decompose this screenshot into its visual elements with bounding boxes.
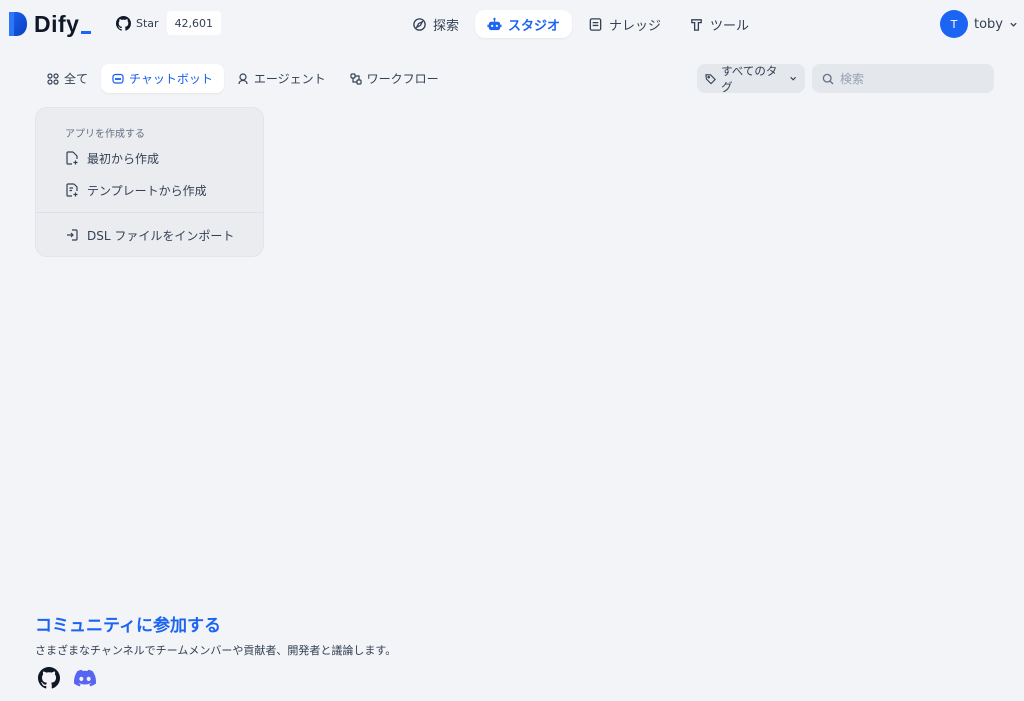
nav-knowledge-label: ナレッジ: [609, 18, 662, 34]
tag-filter-label: すべてのタグ: [721, 63, 778, 94]
grid-icon: [47, 72, 59, 85]
import-icon: [67, 229, 78, 241]
file-template-icon: [66, 183, 78, 197]
robot-icon: [487, 17, 502, 30]
tag-icon: [705, 73, 716, 84]
nav-explore[interactable]: 探索: [400, 10, 471, 38]
nav-explore-label: 探索: [433, 18, 460, 34]
discord-icon[interactable]: [74, 667, 96, 689]
nav-studio[interactable]: スタジオ: [475, 10, 573, 38]
file-plus-icon: [66, 151, 78, 165]
github-star-label: Star: [136, 16, 159, 30]
tab-all-label: 全て: [64, 72, 89, 86]
community-description: さまざまなチャンネルでチームメンバーや貢献者、開発者と議論します。: [35, 644, 397, 657]
tab-chatbot-label: チャットボット: [129, 72, 213, 86]
create-from-template-button[interactable]: テンプレートから作成: [65, 180, 207, 200]
chevron-down-icon: [1010, 22, 1017, 27]
create-app-card: アプリを作成する 最初から作成 テンプレートから作成 DSL ファイルをインポー…: [35, 107, 264, 257]
tab-workflow[interactable]: ワークフロー: [339, 64, 450, 93]
search-input[interactable]: [840, 71, 980, 86]
nav-tools[interactable]: ツール: [677, 10, 761, 38]
search-box: [812, 64, 994, 93]
tag-filter-select[interactable]: すべてのタグ: [697, 63, 805, 94]
chat-icon: [112, 73, 124, 84]
tab-workflow-label: ワークフロー: [366, 72, 439, 86]
agent-icon: [238, 72, 248, 84]
tab-all[interactable]: 全て: [36, 64, 99, 93]
create-blank-label: 最初から作成: [87, 151, 160, 166]
community-title: コミュニティに参加する: [35, 616, 221, 636]
book-icon: [589, 17, 602, 31]
app-type-tabs: 全て チャットボット エージェント ワークフロー: [36, 64, 450, 93]
dify-logo[interactable]: Dify: [8, 11, 92, 38]
create-from-template-label: テンプレートから作成: [87, 183, 207, 198]
tab-chatbot[interactable]: チャットボット: [101, 64, 224, 93]
tab-agent[interactable]: エージェント: [226, 64, 337, 93]
create-blank-button[interactable]: 最初から作成: [65, 148, 159, 168]
explore-icon: [413, 17, 426, 31]
import-dsl-button[interactable]: DSL ファイルをインポート: [65, 225, 234, 245]
github-icon[interactable]: [38, 667, 60, 689]
workflow-icon: [350, 72, 362, 85]
tool-icon: [691, 18, 702, 31]
github-star-badge[interactable]: Star 42,601: [112, 11, 222, 35]
nav-studio-label: スタジオ: [508, 18, 561, 34]
social-links: [38, 667, 96, 689]
main-nav: 探索 スタジオ ナレッジ ツール: [400, 10, 761, 38]
logo-text: Dify: [34, 11, 92, 38]
divider: [36, 212, 263, 213]
import-dsl-label: DSL ファイルをインポート: [87, 228, 235, 243]
avatar: T: [940, 10, 968, 38]
github-icon: [116, 15, 131, 31]
user-name: toby: [974, 16, 1003, 32]
tab-agent-label: エージェント: [253, 72, 326, 86]
search-icon: [822, 73, 834, 84]
top-header: Dify Star 42,601 探索 スタジオ ナレッジ ツール T toby: [0, 0, 1024, 49]
community-section: コミュニティに参加する さまざまなチャンネルでチームメンバーや貢献者、開発者と議…: [35, 611, 396, 658]
create-app-title: アプリを作成する: [65, 129, 145, 140]
github-star-count: 42,601: [166, 11, 222, 35]
user-menu[interactable]: T toby: [940, 10, 1018, 38]
nav-knowledge[interactable]: ナレッジ: [576, 10, 673, 38]
nav-tools-label: ツール: [710, 18, 750, 34]
filter-bar: 全て チャットボット エージェント ワークフロー すべてのタグ 検索: [36, 63, 994, 94]
dify-logo-icon: [9, 12, 27, 36]
chevron-down-icon: [789, 76, 796, 81]
